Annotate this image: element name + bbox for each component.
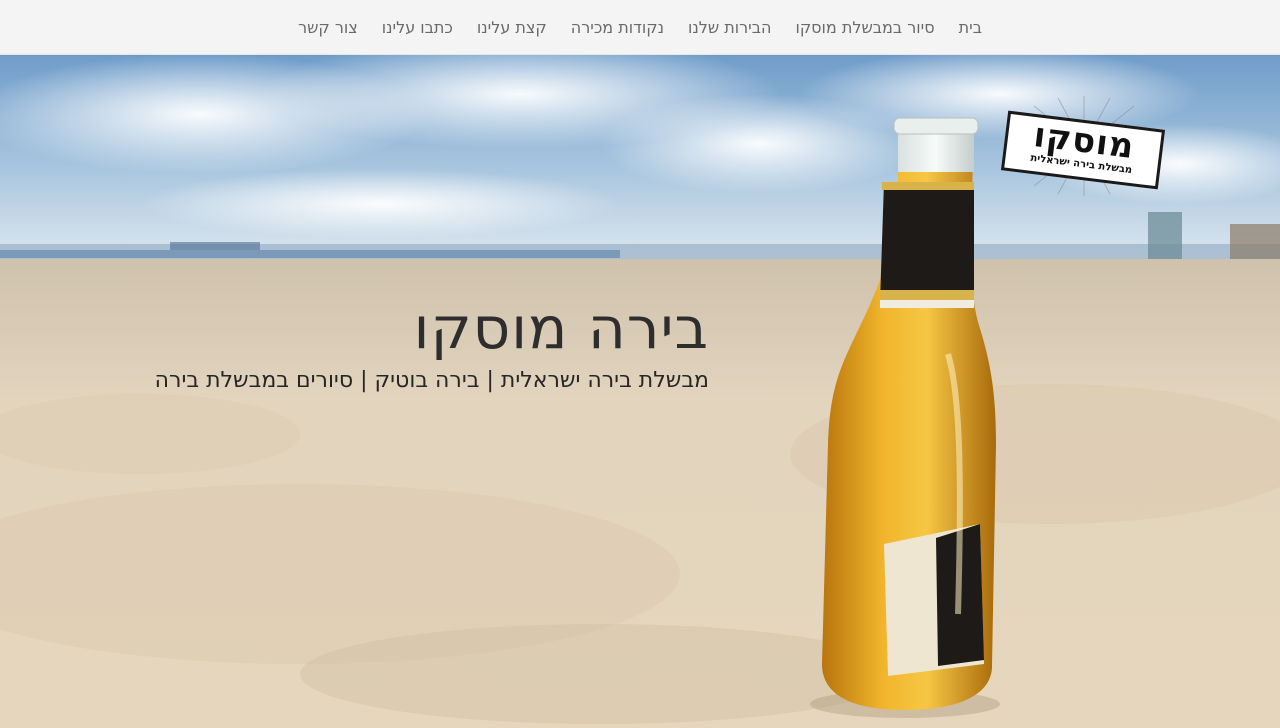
hero-section: מוסקו מבשלת בירה ישראלית בירה מוסקו מבשל… — [0, 54, 1280, 728]
nav-item-contact[interactable]: צור קשר — [286, 18, 370, 37]
hero-subtitle: מבשלת בירה ישראלית | בירה בוטיק | סיורים… — [154, 368, 709, 393]
nav-item-our-beers[interactable]: הבירות שלנו — [676, 18, 783, 37]
nav-item-about-us[interactable]: קצת עלינו — [465, 18, 559, 37]
hero-title: בירה מוסקו — [413, 294, 709, 362]
nav-item-home[interactable]: בית — [947, 18, 994, 37]
brand-logo[interactable]: מוסקו מבשלת בירה ישראלית — [1000, 96, 1168, 196]
nav-item-press[interactable]: כתבו עלינו — [370, 18, 465, 37]
nav-item-brewery-tour[interactable]: סיור במבשלת מוסקו — [783, 18, 946, 37]
top-navbar: בית סיור במבשלת מוסקו הבירות שלנו נקודות… — [0, 0, 1280, 55]
main-nav: בית סיור במבשלת מוסקו הבירות שלנו נקודות… — [0, 0, 1280, 54]
nav-item-points-of-sale[interactable]: נקודות מכירה — [559, 18, 676, 37]
